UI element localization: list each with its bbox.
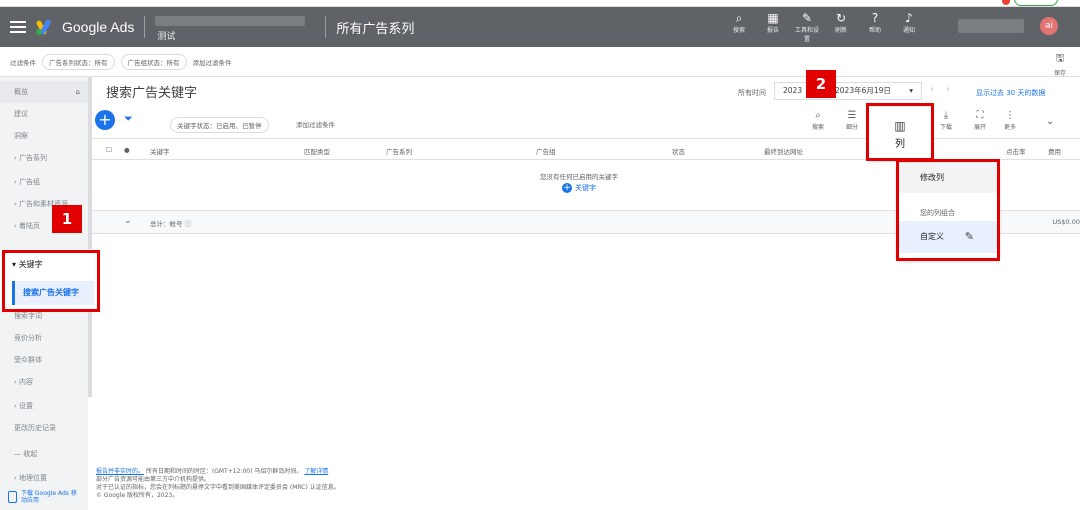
customer-id-redacted — [958, 19, 1024, 33]
sidebar-item-content[interactable]: › 内容 — [0, 371, 88, 393]
sidebar-item-adgroups[interactable]: › 广告组 — [0, 171, 88, 193]
filter-bar: 过滤条件 广告系列状态：所有 广告组状态：所有 添加过滤条件 🖫 保存 — [0, 47, 1080, 77]
header-tool-notifications[interactable]: ♪ 通知 — [896, 11, 922, 43]
table-tool-download[interactable]: ⤓ 下载 — [940, 110, 952, 131]
header-tool-tools-settings[interactable]: ✎ 工具和设置 — [794, 11, 820, 43]
account-subname: 测试 — [157, 32, 176, 42]
more-vert-icon: ⋮ — [1005, 110, 1015, 121]
segment-icon: ☰ — [847, 110, 857, 121]
select-all-checkbox[interactable]: ☐ — [106, 146, 112, 154]
col-match-type[interactable]: 匹配类型 — [304, 146, 330, 156]
date-range-picker[interactable]: 2023 2023年6月19日 ▾ — [774, 82, 922, 100]
add-filter-link[interactable]: 添加过滤条件 — [296, 119, 335, 129]
table-tool-search[interactable]: ⌕ 搜索 — [812, 110, 824, 131]
home-icon: ⌂ — [75, 88, 80, 96]
col-campaign[interactable]: 广告系列 — [386, 146, 412, 156]
mobile-app-link[interactable]: 下载 Google Ads 移动应用 — [8, 490, 77, 504]
chevron-down-icon[interactable]: ⌄ — [1046, 116, 1054, 128]
account-name-redacted — [155, 16, 306, 26]
col-status[interactable]: 状态 — [672, 146, 685, 156]
learn-more-link[interactable]: 了解详情 — [304, 468, 328, 475]
header-tool-reports[interactable]: ▦ 报告 — [760, 11, 786, 43]
record-dot-icon — [1002, 0, 1010, 5]
sidebar-item-overview[interactable]: 概览 ⌂ — [0, 81, 88, 103]
status-dot-icon: ● — [124, 146, 130, 154]
save-icon: 🖫 — [1055, 53, 1065, 64]
sidebar-item-recommendations[interactable]: 建议 — [0, 103, 88, 125]
search-icon: ⌕ — [735, 11, 743, 25]
sidebar-scrollbar[interactable] — [88, 77, 92, 397]
download-icon: ⤓ — [943, 110, 949, 121]
compare-range-link[interactable]: 显示过去 30 天的数据 — [976, 88, 1045, 98]
campaign-status-filter-chip[interactable]: 广告系列状态：所有 — [42, 53, 115, 70]
app-header: Google Ads 测试 所有广告系列 ⌕ 搜索 ▦ 报告 ✎ 工具和设置 ↻ 刷新 … — [0, 7, 1080, 47]
add-keyword-button[interactable]: + 关键字 — [562, 183, 596, 193]
google-ads-logo-icon — [35, 18, 54, 36]
footer: 报告并非实时的。 所有日期和时间的时区：(GMT+12:00) 马绍尔群岛时间。… — [96, 468, 340, 499]
table-tool-segment[interactable]: ☰ 细分 — [846, 110, 858, 131]
total-cost: US$0.00 — [1052, 218, 1080, 226]
sidebar-item-insights[interactable]: 洞察 — [0, 125, 88, 147]
header-tool-search[interactable]: ⌕ 搜索 — [726, 11, 752, 43]
page-title: 搜索广告关键字 — [106, 86, 198, 101]
annotation-box-3 — [896, 159, 1000, 261]
sidebar-item-audiences[interactable]: 受众群体 — [0, 349, 88, 371]
header-divider — [144, 16, 146, 38]
col-ctr[interactable]: 点击率 — [1006, 146, 1026, 156]
search-icon: ⌕ — [815, 110, 821, 121]
total-label: 总计：帐号 ⓘ — [150, 220, 192, 228]
header-toolbar: ⌕ 搜索 ▦ 报告 ✎ 工具和设置 ↻ 刷新 ? 帮助 ♪ 通知 — [726, 11, 922, 43]
brand-name: Google Ads — [62, 19, 135, 35]
plus-icon: + — [562, 183, 572, 193]
add-keyword-fab[interactable]: + — [95, 110, 115, 130]
filter-label: 过滤条件 — [10, 58, 36, 67]
annotation-box-2 — [866, 103, 934, 161]
date-nav-arrows[interactable]: ‹› — [930, 84, 962, 95]
sidebar-item-campaigns[interactable]: › 广告系列 — [0, 147, 88, 169]
add-filter-link[interactable]: 添加过滤条件 — [193, 57, 232, 67]
adgroup-status-filter-chip[interactable]: 广告组状态：所有 — [120, 53, 187, 70]
empty-message: 您没有任何已启用的关键字 — [540, 173, 618, 181]
campaign-scope-title[interactable]: 所有广告系列 — [336, 18, 414, 37]
col-cost[interactable]: 费用 — [1048, 146, 1061, 156]
col-final-url[interactable]: 最终到达网址 — [764, 146, 803, 156]
annotation-badge-1: 1 — [52, 205, 82, 233]
header-tool-refresh[interactable]: ↻ 刷新 — [828, 11, 854, 43]
save-button[interactable]: 🖫 保存 — [1054, 51, 1066, 77]
keyword-status-filter-chip[interactable]: 关键字状态：已启用、已暂停 — [170, 117, 269, 133]
phone-icon — [8, 491, 17, 503]
avatar[interactable]: ai — [1040, 17, 1058, 35]
table-tool-expand[interactable]: ⛶ 展开 — [974, 110, 986, 131]
sidebar-collapse[interactable]: — 收起 — [0, 443, 88, 465]
reports-icon: ▦ — [767, 11, 779, 25]
report-not-realtime-link[interactable]: 报告并非实时的。 — [96, 468, 144, 475]
expand-icon: ⛶ — [976, 110, 984, 121]
daterange-label: 所有时间 — [738, 89, 766, 97]
col-adgroup[interactable]: 广告组 — [536, 146, 556, 156]
table-tool-more[interactable]: ⋮ 更多 — [1004, 110, 1016, 131]
sidebar-item-settings[interactable]: › 设置 — [0, 395, 88, 417]
annotation-badge-2: 2 — [806, 70, 836, 98]
annotation-box-1 — [2, 250, 100, 312]
browser-strip — [0, 0, 1080, 7]
filter-funnel-icon[interactable]: ⏷ — [124, 112, 133, 126]
sidebar-item-auction-insights[interactable]: 竞价分析 — [0, 327, 88, 349]
header-divider — [325, 16, 327, 38]
col-keyword[interactable]: 关键字 — [150, 146, 170, 156]
sidebar-item-change-history[interactable]: 更改历史记录 — [0, 417, 88, 439]
header-tool-help[interactable]: ? 帮助 — [862, 11, 888, 43]
refresh-icon: ↻ — [835, 11, 847, 25]
chevron-down-icon: ▾ — [909, 86, 913, 95]
bell-icon: ♪ — [905, 11, 913, 25]
account-selector[interactable]: 测试 — [155, 14, 315, 42]
wrench-icon: ✎ — [801, 11, 813, 25]
help-icon: ? — [871, 11, 879, 25]
menu-icon[interactable] — [10, 21, 26, 33]
chevron-down-icon[interactable]: ⌄ — [124, 216, 132, 226]
browser-pill-button[interactable] — [1014, 0, 1058, 6]
sidebar-item-locations[interactable]: › 地理位置 — [0, 467, 88, 489]
